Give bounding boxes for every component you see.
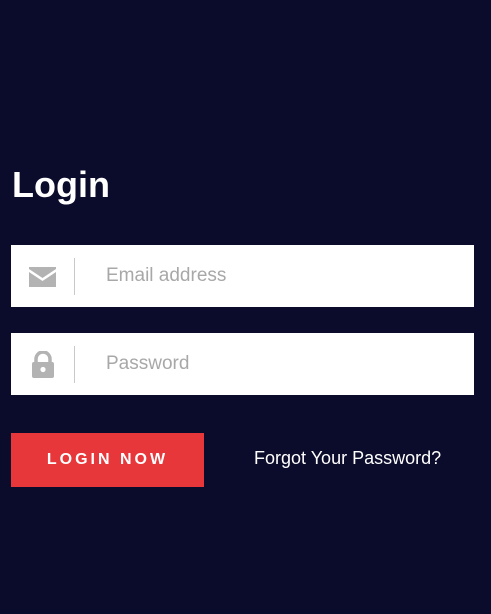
page-title: Login	[12, 164, 110, 205]
password-field[interactable]	[106, 333, 461, 395]
forgot-password-link[interactable]: Forgot Your Password?	[254, 446, 441, 470]
email-field[interactable]	[106, 245, 461, 307]
field-divider	[74, 346, 75, 383]
email-field-container[interactable]	[11, 245, 474, 307]
lock-icon	[29, 351, 56, 378]
envelope-icon	[29, 263, 56, 290]
password-field-container[interactable]	[11, 333, 474, 395]
login-button[interactable]: LOGIN NOW	[11, 433, 204, 487]
field-divider	[74, 258, 75, 295]
